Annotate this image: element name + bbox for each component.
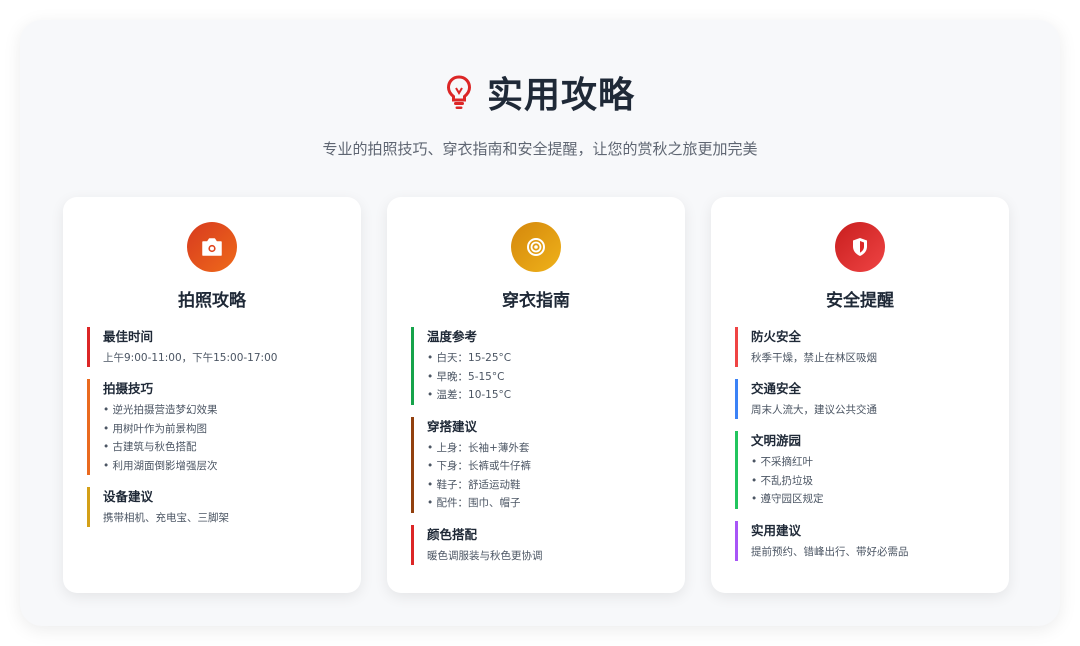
card-icon-badge (835, 222, 885, 272)
section-title: 温度参考 (427, 329, 478, 344)
card-icon-badge (187, 222, 237, 272)
section-text: 周末人流大，建议公共交通 (751, 404, 877, 416)
page-title: 实用攻略 (486, 75, 635, 116)
list-item: 遵守园区规定 (751, 490, 985, 509)
page-subtitle: 专业的拍照技巧、穿衣指南和安全提醒，让您的赏秋之旅更加完美 (322, 140, 758, 158)
section-title: 文明游园 (751, 433, 802, 448)
section-title: 最佳时间 (103, 329, 154, 344)
list-item: 不乱扔垃圾 (751, 472, 985, 491)
card-title: 穿衣指南 (502, 291, 570, 311)
section-text: 暖色调服装与秋色更协调 (427, 549, 543, 562)
section-outfit: 穿搭建议 上身：长袖+薄外套 下身：长裤或牛仔裤 鞋子：舒适运动鞋 配件：围巾、… (411, 416, 661, 513)
section-best-time: 最佳时间 上午9:00-11:00，下午15:00-17:00 (87, 327, 337, 367)
list-item: 上身：长袖+薄外套 (427, 439, 661, 458)
card-title: 安全提醒 (826, 291, 894, 311)
list-item: 利用湖面倒影增强层次 (103, 457, 337, 476)
section-title: 穿搭建议 (427, 418, 478, 434)
list-item: 下身：长裤或牛仔裤 (427, 457, 661, 476)
card-title: 拍照攻略 (178, 291, 246, 311)
list-item: 早晚：5-15°C (427, 368, 661, 387)
shield-icon (853, 238, 867, 256)
section-text: 携带相机、充电宝、三脚架 (103, 512, 229, 524)
photo-guide-card: 拍照攻略 最佳时间 上午9:00-11:00，下午15:00-17:00 拍摄技… (63, 197, 361, 593)
section-title: 实用建议 (751, 522, 802, 538)
section-temperature: 温度参考 白天：15-25°C 早晚：5-15°C 温差：10-15°C (411, 327, 661, 405)
list-item: 古建筑与秋色搭配 (103, 438, 337, 457)
guide-panel: 实用攻略 专业的拍照技巧、穿衣指南和安全提醒，让您的赏秋之旅更加完美 拍照攻略 … (20, 20, 1060, 626)
section-title: 防火安全 (751, 329, 802, 344)
list-item: 不采摘红叶 (751, 453, 985, 472)
section-practical-tips: 实用建议 提前预约、错峰出行、带好必需品 (735, 520, 985, 561)
section-fire-safety: 防火安全 秋季干燥，禁止在林区吸烟 (735, 327, 985, 367)
section-title: 拍摄技巧 (103, 381, 154, 396)
section-shooting-tips: 拍摄技巧 逆光拍摄营造梦幻效果 用树叶作为前景构图 古建筑与秋色搭配 利用湖面倒… (87, 379, 337, 475)
section-colors: 颜色搭配 暖色调服装与秋色更协调 (411, 524, 661, 565)
section-title: 设备建议 (103, 489, 154, 504)
card-icon-badge (511, 222, 561, 272)
guide-header: 实用攻略 专业的拍照技巧、穿衣指南和安全提醒，让您的赏秋之旅更加完美 (20, 66, 1060, 159)
section-title: 颜色搭配 (427, 526, 478, 542)
list-item: 配件：围巾、帽子 (427, 494, 661, 513)
section-text: 秋季干燥，禁止在林区吸烟 (751, 352, 877, 364)
list-item: 逆光拍摄营造梦幻效果 (103, 401, 337, 420)
lightbulb-icon (446, 75, 471, 109)
section-text: 提前预约、错峰出行、带好必需品 (751, 545, 909, 558)
list-item: 鞋子：舒适运动鞋 (427, 476, 661, 495)
camera-icon (202, 238, 222, 256)
list-item: 温差：10-15°C (427, 386, 661, 405)
list-item: 白天：15-25°C (427, 349, 661, 368)
section-equipment: 设备建议 携带相机、充电宝、三脚架 (87, 487, 337, 527)
safety-card: 安全提醒 防火安全 秋季干燥，禁止在林区吸烟 交通安全 周末人流大，建议公共交通… (711, 197, 1009, 593)
title-row: 实用攻略 (445, 66, 635, 118)
list-item: 用树叶作为前景构图 (103, 420, 337, 439)
section-civilized-visit: 文明游园 不采摘红叶 不乱扔垃圾 遵守园区规定 (735, 431, 985, 509)
section-title: 交通安全 (751, 381, 802, 396)
section-traffic-safety: 交通安全 周末人流大，建议公共交通 (735, 379, 985, 419)
clothing-guide-card: 穿衣指南 温度参考 白天：15-25°C 早晚：5-15°C 温差：10-15°… (387, 197, 685, 593)
target-icon (527, 238, 545, 256)
section-text: 上午9:00-11:00，下午15:00-17:00 (103, 352, 278, 364)
